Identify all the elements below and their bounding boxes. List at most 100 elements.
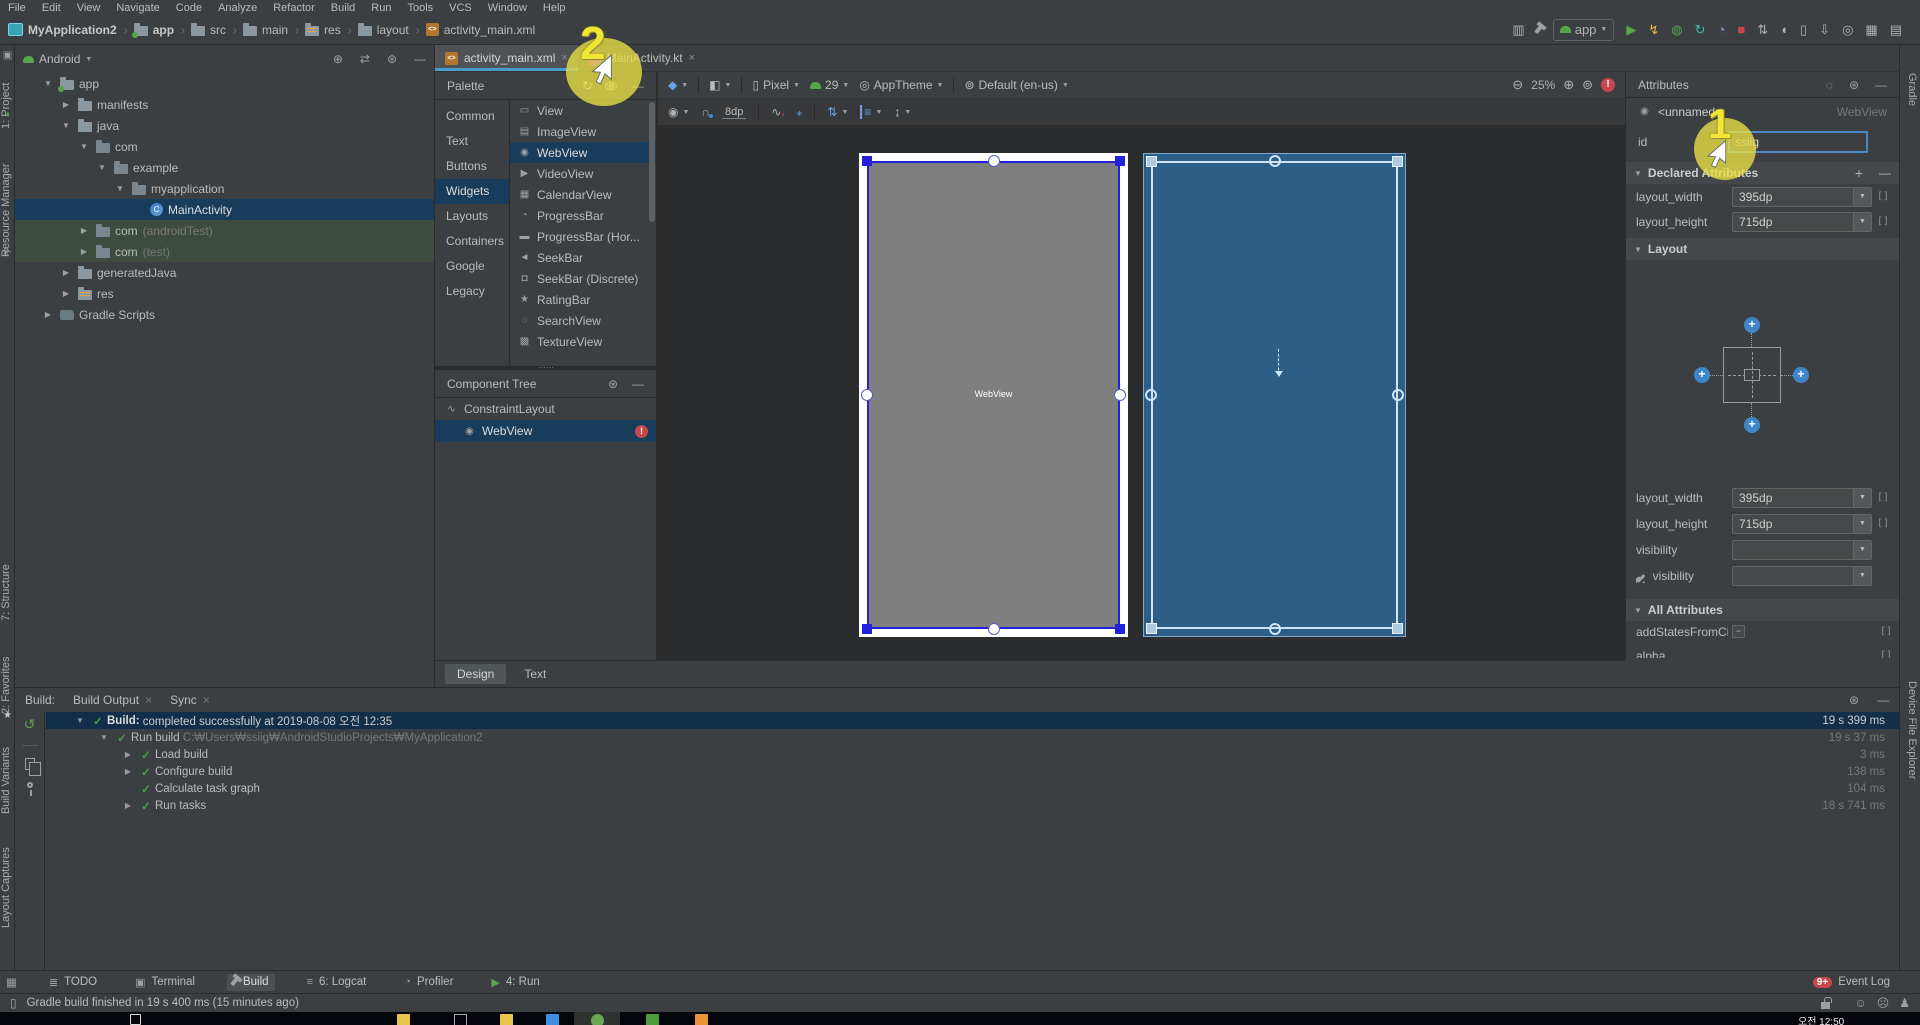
layout-height-value[interactable]: 715dp ▼ bbox=[1732, 513, 1872, 534]
menu-build[interactable]: Build bbox=[323, 2, 363, 14]
orientation-select[interactable]: ◧ ▼ bbox=[709, 78, 731, 92]
remove-attribute-button[interactable]: — bbox=[1879, 166, 1891, 180]
pin-icon[interactable] bbox=[26, 782, 33, 796]
stop-icon[interactable]: ■ bbox=[1737, 22, 1745, 37]
palette-item-searchview[interactable]: ◌ SearchView bbox=[510, 310, 656, 331]
tree-item-res[interactable]: ▶ res bbox=[15, 283, 434, 304]
resize-handle[interactable] bbox=[1115, 156, 1125, 166]
menu-help[interactable]: Help bbox=[535, 2, 574, 14]
theme-select[interactable]: ◎ AppTheme ▼ bbox=[859, 78, 943, 92]
sidebar-item-favorites[interactable]: 2: Favorites bbox=[0, 646, 15, 724]
autoconnect-icon[interactable]: ∩ bbox=[701, 105, 714, 119]
palette-category-containers[interactable]: Containers bbox=[435, 229, 509, 254]
tab-design-mode[interactable]: Design bbox=[445, 664, 507, 684]
infer-constraints-icon[interactable]: ⁎ bbox=[796, 105, 802, 119]
tree-item-myapplication[interactable]: ▼ myapplication bbox=[15, 178, 434, 199]
sidebar-item-device-file-explorer[interactable]: Device File Explorer bbox=[1903, 655, 1918, 805]
toggle-toolwindows-icon[interactable]: ▯ bbox=[10, 996, 17, 1010]
dropdown-button[interactable]: ▼ bbox=[1853, 212, 1871, 231]
attribute-row-tools-visibility[interactable]: visibility ▼ bbox=[1626, 563, 1899, 588]
hide-panel-icon[interactable]: — bbox=[632, 377, 644, 391]
build-hammer-icon[interactable] bbox=[1533, 22, 1544, 37]
palette-category-legacy[interactable]: Legacy bbox=[435, 279, 509, 304]
sidebar-item-gradle[interactable]: Gradle bbox=[1903, 65, 1918, 115]
constraint-anchor[interactable] bbox=[1392, 389, 1404, 401]
tree-item-example[interactable]: ▼ example bbox=[15, 157, 434, 178]
palette-item-textureview[interactable]: ▩ TextureView bbox=[510, 331, 656, 352]
dropdown-button[interactable]: ▼ bbox=[1853, 488, 1871, 507]
toolwindow-profiler[interactable]: ◔ Profiler bbox=[398, 974, 459, 990]
tools-visibility-value[interactable]: ▼ bbox=[1732, 565, 1872, 586]
sidebar-item-structure[interactable]: 7: Structure bbox=[0, 545, 15, 640]
profiler-icon[interactable]: ◔ bbox=[1718, 22, 1726, 37]
taskbar-app-icon[interactable] bbox=[646, 1014, 659, 1025]
zoom-fit-button[interactable]: ⊚ bbox=[1582, 77, 1593, 93]
resize-handle[interactable] bbox=[862, 624, 872, 634]
resource-flag-icon[interactable]: [] bbox=[1876, 216, 1890, 227]
palette-category-layouts[interactable]: Layouts bbox=[435, 204, 509, 229]
attribute-row-alpha[interactable]: alpha [] bbox=[1626, 643, 1899, 659]
dropdown-button[interactable]: ▼ bbox=[1853, 540, 1871, 559]
constraint-widget[interactable] bbox=[1723, 347, 1781, 403]
menu-code[interactable]: Code bbox=[168, 2, 210, 14]
gear-icon[interactable]: ⊛ bbox=[1849, 693, 1859, 707]
default-margin-select[interactable]: 8dp bbox=[722, 106, 747, 119]
menu-run[interactable]: Run bbox=[363, 2, 399, 14]
taskbar-app-icon[interactable] bbox=[546, 1014, 559, 1025]
section-all-attributes[interactable]: ▼ All Attributes bbox=[1626, 599, 1899, 621]
palette-scrollbar[interactable] bbox=[649, 102, 655, 222]
layout-height-value[interactable]: 715dp ▼ bbox=[1732, 211, 1872, 232]
dropdown-button[interactable]: ▼ bbox=[1853, 566, 1871, 585]
add-bottom-constraint-button[interactable]: + bbox=[1744, 417, 1760, 433]
clear-constraints-icon[interactable]: ∿ₓ bbox=[771, 105, 784, 119]
add-attribute-button[interactable]: + bbox=[1855, 165, 1863, 181]
align-select[interactable]: ≡ ▼ bbox=[860, 105, 882, 119]
taskbar-app-icon[interactable] bbox=[397, 1014, 410, 1025]
palette-category-buttons[interactable]: Buttons bbox=[435, 154, 509, 179]
tree-item-gradle-scripts[interactable]: ▶ Gradle Scripts bbox=[15, 304, 434, 325]
design-surface-select[interactable]: ◆ ▼ bbox=[668, 78, 688, 92]
section-layout[interactable]: ▼ Layout bbox=[1626, 238, 1899, 260]
constraint-anchor[interactable] bbox=[987, 623, 1000, 635]
palette-category-common[interactable]: Common bbox=[435, 104, 509, 129]
tree-item-manifests[interactable]: ▶ manifests bbox=[15, 94, 434, 115]
dropdown-button[interactable]: ▼ bbox=[1853, 514, 1871, 533]
gear-icon[interactable]: ⊛ bbox=[1849, 78, 1859, 92]
apply-changes-icon[interactable]: ↯ bbox=[1648, 22, 1659, 38]
build-row-root[interactable]: ▼ ✓ Build: completed successfully at 201… bbox=[46, 712, 1899, 729]
breadcrumb-res[interactable]: res › bbox=[305, 22, 354, 37]
taskbar-active-app[interactable] bbox=[574, 1012, 620, 1025]
resource-flag-icon[interactable]: [] bbox=[1879, 626, 1893, 637]
menu-file[interactable]: File bbox=[0, 2, 34, 14]
tool-window-switcher-icon[interactable]: ▦ bbox=[6, 975, 17, 989]
resource-flag-icon[interactable]: [] bbox=[1876, 191, 1890, 202]
close-icon[interactable]: × bbox=[203, 693, 210, 707]
taskbar-app-icon[interactable] bbox=[500, 1014, 513, 1025]
visibility-value[interactable]: ▼ bbox=[1732, 539, 1872, 560]
palette-item-progressbar-horizontal[interactable]: ▬ ProgressBar (Hor... bbox=[510, 226, 656, 247]
project-view-select[interactable]: Android bbox=[39, 52, 80, 66]
view-options-select[interactable]: ◉ ▼ bbox=[668, 105, 689, 119]
run-icon[interactable]: ▶ bbox=[1626, 22, 1636, 38]
build-row-run-build[interactable]: ▼ ✓ Run build C:₩Users₩ssiig₩AndroidStud… bbox=[46, 729, 1899, 746]
tab-text-mode[interactable]: Text bbox=[512, 664, 558, 684]
run-configuration-select[interactable]: app ▼ bbox=[1552, 18, 1615, 41]
tree-item-com[interactable]: ▼ com bbox=[15, 136, 434, 157]
layout-width-value[interactable]: 395dp ▼ bbox=[1732, 186, 1872, 207]
resize-handle[interactable] bbox=[1115, 624, 1125, 634]
toolwindow-todo[interactable]: ≣ TODO bbox=[43, 974, 103, 991]
menu-navigate[interactable]: Navigate bbox=[108, 2, 167, 14]
palette-category-text[interactable]: Text bbox=[435, 129, 509, 154]
device-select[interactable]: ▯ Pixel ▼ bbox=[752, 78, 800, 92]
resize-handle[interactable] bbox=[1146, 156, 1157, 167]
layout-preview-icon[interactable]: ▥ bbox=[1512, 22, 1524, 38]
menu-view[interactable]: View bbox=[69, 2, 109, 14]
design-canvas[interactable]: WebView bbox=[657, 126, 1625, 660]
guideline-select[interactable]: ↨ ▼ bbox=[894, 105, 911, 119]
attribute-row-layout-height-2[interactable]: layout_height 715dp ▼ [] bbox=[1626, 511, 1899, 536]
add-left-constraint-button[interactable]: + bbox=[1694, 367, 1710, 383]
breadcrumb-main[interactable]: main › bbox=[243, 22, 301, 37]
error-panel-toggle[interactable]: ! bbox=[1601, 78, 1615, 92]
menu-vcs[interactable]: VCS bbox=[441, 2, 480, 14]
breadcrumb-app[interactable]: app › bbox=[131, 22, 187, 38]
